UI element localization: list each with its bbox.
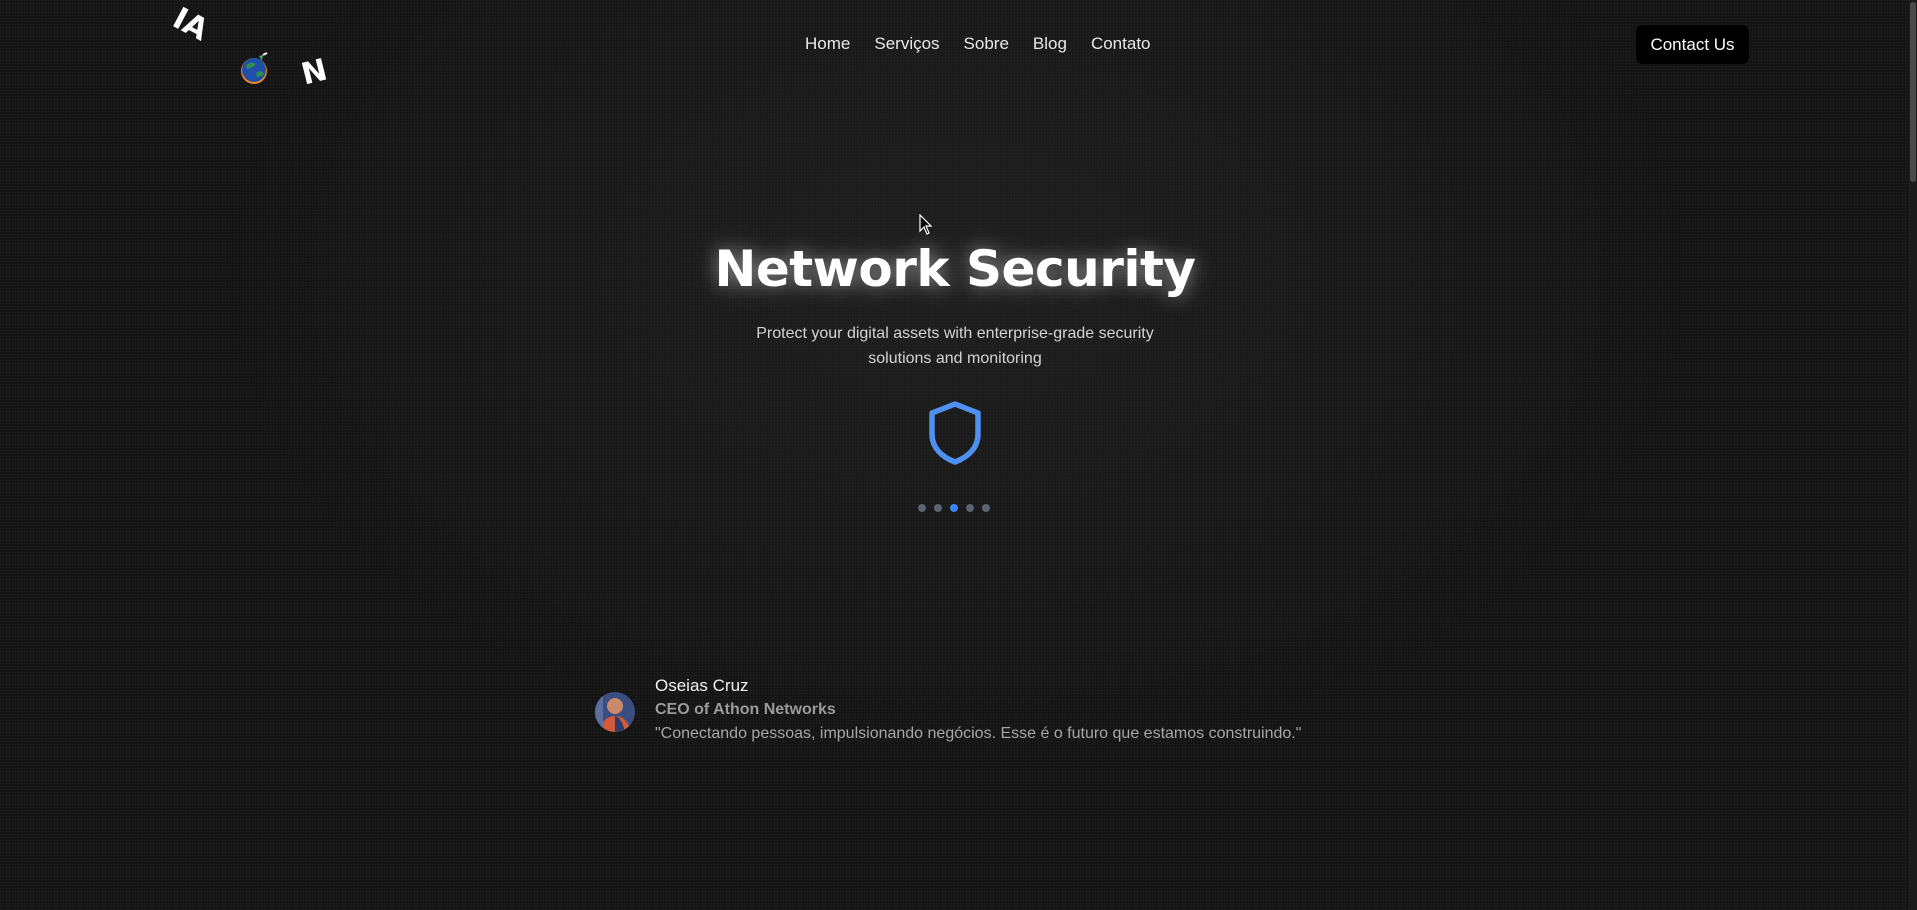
page: IA N Home Serviços Sobre Blog Contato Co… — [0, 0, 1917, 910]
testimonial: Oseias Cruz CEO of Athon Networks "Conec… — [595, 675, 1301, 745]
contact-us-button[interactable]: Contact Us — [1636, 25, 1749, 64]
carousel-dot-4[interactable] — [966, 504, 974, 512]
testimonial-role: CEO of Athon Networks — [655, 701, 836, 718]
carousel-dot-1[interactable] — [918, 504, 926, 512]
nav-item-servicos[interactable]: Serviços — [874, 33, 939, 55]
carousel-dot-3[interactable] — [950, 504, 958, 512]
hero-subtitle: Protect your digital assets with enterpr… — [756, 325, 1154, 367]
scrollbar[interactable] — [1909, 0, 1917, 910]
hero-title: Network Security — [714, 240, 1196, 298]
testimonial-name: Oseias Cruz — [655, 676, 749, 695]
carousel-dot-2[interactable] — [934, 504, 942, 512]
main-nav: Home Serviços Sobre Blog Contato — [805, 33, 1175, 55]
testimonial-quote: "Conectando pessoas, impulsionando negóc… — [655, 725, 1302, 742]
avatar — [595, 692, 635, 732]
testimonial-text: Oseias Cruz CEO of Athon Networks "Conec… — [655, 675, 1301, 745]
logo-letter-right: N — [298, 52, 331, 93]
logo-letter-left: IA — [167, 1, 214, 49]
nav-item-blog[interactable]: Blog — [1033, 33, 1067, 55]
scrollbar-thumb[interactable] — [1910, 2, 1916, 182]
globe-logo-icon — [241, 52, 268, 84]
mouse-cursor-icon — [919, 213, 933, 236]
nav-item-contato[interactable]: Contato — [1091, 33, 1151, 55]
nav-item-sobre[interactable]: Sobre — [964, 33, 1009, 55]
nav-item-home[interactable]: Home — [805, 33, 850, 55]
carousel-dot-5[interactable] — [982, 504, 990, 512]
shield-icon — [929, 401, 981, 465]
logo[interactable]: IA N — [165, 1, 345, 96]
carousel-dots — [918, 504, 990, 512]
